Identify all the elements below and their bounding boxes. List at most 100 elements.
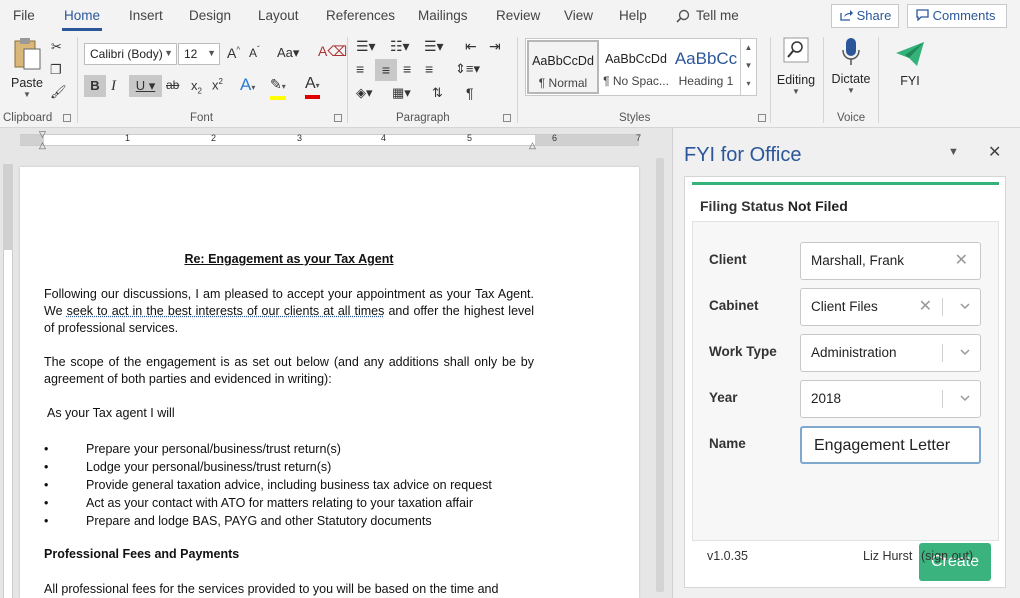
work-type-value: Administration	[811, 345, 897, 360]
list-item: • Act as your contact with ATO for matter…	[20, 494, 620, 512]
tab-view[interactable]: View	[564, 8, 593, 23]
dialog-launcher-icon[interactable]	[758, 114, 766, 122]
strikethrough-button[interactable]: ab	[166, 78, 179, 92]
first-line-indent-marker[interactable]: ▽	[39, 129, 46, 140]
style-heading-1[interactable]: AaBbCc Heading 1	[673, 40, 739, 94]
justify-icon[interactable]: ≡	[425, 61, 433, 77]
tab-review[interactable]: Review	[496, 8, 540, 23]
tab-references[interactable]: References	[326, 8, 395, 23]
group-label-paragraph: Paragraph	[396, 112, 450, 124]
tab-home[interactable]: Home	[61, 8, 103, 31]
vertical-scrollbar[interactable]	[652, 152, 668, 598]
styles-scroll[interactable]: ▲ ▼ ▾	[740, 39, 756, 95]
font-name-box[interactable]: Calibri (Body) ▼	[84, 43, 177, 65]
comments-label: Comments	[932, 8, 996, 23]
year-label: Year	[709, 390, 738, 405]
client-field[interactable]: Marshall, Frank ✕	[800, 242, 981, 280]
document-paragraph: All professional fees for the services p…	[44, 582, 499, 596]
chevron-down-icon: ▼	[23, 90, 31, 99]
font-color-icon[interactable]: A▾	[305, 75, 320, 99]
shading-icon[interactable]: ◈▾	[356, 85, 373, 101]
group-divider	[347, 37, 348, 123]
year-select[interactable]: 2018	[800, 380, 981, 418]
document-page[interactable]: Re: Engagement as your Tax Agent Followi…	[20, 167, 639, 598]
clear-icon[interactable]: ✕	[955, 250, 968, 270]
shrink-font-icon[interactable]: Aˇ	[249, 45, 260, 60]
share-button[interactable]: Share	[831, 4, 899, 28]
scrollbar-thumb[interactable]	[656, 158, 664, 592]
text-effects-icon[interactable]: A▾	[240, 75, 255, 95]
group-divider	[878, 37, 879, 123]
dialog-launcher-icon[interactable]	[63, 114, 71, 122]
fyi-button[interactable]: FYI	[888, 41, 932, 101]
cabinet-select[interactable]: Client Files ✕	[800, 288, 981, 326]
tab-design[interactable]: Design	[189, 8, 231, 23]
align-center-icon[interactable]: ≡	[375, 59, 397, 81]
tab-help[interactable]: Help	[619, 8, 647, 23]
paste-label: Paste	[11, 76, 43, 90]
editing-button[interactable]: Editing ▼	[775, 37, 817, 107]
style-normal[interactable]: AaBbCcDd ¶ Normal	[527, 40, 599, 94]
borders-icon[interactable]: ▦▾	[392, 85, 411, 101]
highlight-icon[interactable]: ✎▾	[270, 75, 286, 100]
copy-icon[interactable]: ❐	[50, 62, 62, 78]
group-label-font: Font	[190, 112, 214, 124]
cabinet-label: Cabinet	[709, 298, 759, 313]
clear-formatting-icon[interactable]: A⌫	[318, 43, 347, 60]
comments-button[interactable]: Comments	[907, 4, 1007, 28]
pane-title: FYI for Office	[684, 144, 802, 166]
name-input[interactable]: Engagement Letter	[800, 426, 981, 464]
horizontal-ruler[interactable]: ▽ △ △ 1 2 3 4 5 6 7	[0, 128, 672, 152]
client-value: Marshall, Frank	[811, 253, 905, 268]
paste-button[interactable]: Paste ▼	[8, 37, 46, 103]
font-size-box[interactable]: 12 ▼	[178, 43, 220, 65]
style-no-spacing[interactable]: AaBbCcDd ¶ No Spac...	[600, 40, 672, 94]
chevron-down-icon[interactable]	[960, 301, 970, 311]
fyi-label: FYI	[900, 74, 920, 88]
dictate-button[interactable]: Dictate ▼	[829, 37, 873, 107]
right-indent-marker[interactable]: △	[529, 140, 536, 151]
multilevel-list-icon[interactable]: ☰▾	[424, 38, 444, 55]
clear-icon[interactable]: ✕	[919, 296, 932, 316]
close-icon[interactable]: ✕	[988, 142, 1001, 162]
pane-options-icon[interactable]: ▼	[948, 146, 959, 158]
align-left-icon[interactable]: ≡	[356, 61, 364, 77]
tab-insert[interactable]: Insert	[129, 8, 163, 23]
vertical-ruler[interactable]	[0, 152, 16, 598]
numbering-icon[interactable]: ☷▾	[390, 38, 410, 55]
tab-mailings[interactable]: Mailings	[418, 8, 468, 23]
chevron-down-icon[interactable]	[960, 393, 970, 403]
tab-file[interactable]: File	[13, 8, 35, 23]
grow-font-icon[interactable]: A^	[227, 45, 240, 61]
superscript-button[interactable]: x2	[212, 77, 223, 92]
ribbon: Paste ▼ ✂ ❐ 🖌 Clipboard Calibri (Body) ▼ …	[0, 33, 1020, 128]
share-icon	[840, 10, 853, 21]
bold-button[interactable]: B	[84, 75, 106, 97]
dialog-launcher-icon[interactable]	[334, 114, 342, 122]
sign-out-link[interactable]: (sign out)	[921, 549, 973, 563]
dialog-launcher-icon[interactable]	[503, 114, 511, 122]
underline-button[interactable]: U ▾	[129, 75, 162, 97]
show-formatting-icon[interactable]: ¶	[466, 85, 474, 101]
list-item-text: Lodge your personal/business/trust retur…	[86, 460, 332, 474]
format-painter-icon[interactable]: 🖌	[50, 84, 67, 100]
left-indent-marker[interactable]: △	[39, 140, 46, 151]
align-right-icon[interactable]: ≡	[403, 61, 411, 77]
bullets-icon[interactable]: ☰▾	[356, 38, 376, 55]
tell-me-box[interactable]: Tell me	[676, 8, 739, 23]
tab-layout[interactable]: Layout	[258, 8, 299, 23]
increase-indent-icon[interactable]: ⇥	[489, 38, 501, 55]
line-spacing-icon[interactable]: ⇕≡▾	[455, 61, 480, 77]
style-name: ¶ No Spac...	[603, 74, 669, 88]
chevron-down-icon[interactable]	[960, 347, 970, 357]
style-preview: AaBbCcDd	[532, 54, 594, 68]
change-case-icon[interactable]: Aa▾	[277, 45, 299, 61]
decrease-indent-icon[interactable]: ⇤	[465, 38, 477, 55]
subscript-button[interactable]: x2	[191, 78, 202, 96]
sort-icon[interactable]: ⇅	[432, 85, 443, 101]
grammar-flagged-text[interactable]: seek to act in the best interests of our…	[67, 304, 385, 318]
cut-icon[interactable]: ✂	[51, 39, 62, 55]
ruler-number: 5	[467, 133, 473, 143]
italic-button[interactable]: I	[111, 78, 116, 95]
work-type-select[interactable]: Administration	[800, 334, 981, 372]
